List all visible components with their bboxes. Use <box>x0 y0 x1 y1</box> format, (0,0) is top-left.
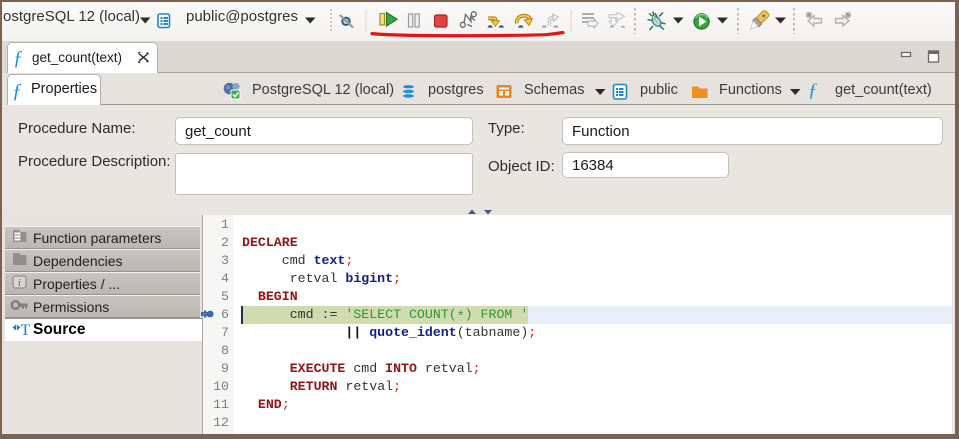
svg-text:ƒ: ƒ <box>808 80 818 101</box>
svg-text:ƒ: ƒ <box>12 80 22 102</box>
svg-text:T: T <box>21 322 31 339</box>
svg-text:i: i <box>18 278 21 289</box>
svg-text:ƒ: ƒ <box>13 47 23 69</box>
